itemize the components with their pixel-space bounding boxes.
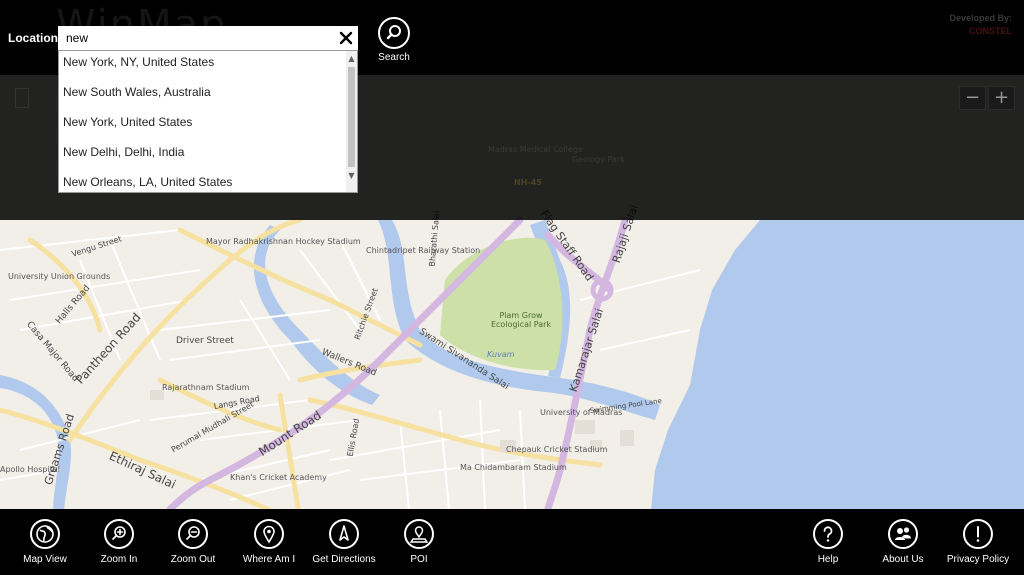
scroll-up-icon[interactable]: ▲ [346, 53, 357, 65]
suggestion-item[interactable]: New Orleans, LA, United States [63, 172, 347, 192]
map-label-mayor-stadium: Mayor Radhakrishnan Hockey Stadium [206, 237, 361, 246]
where-am-i-label: Where Am I [242, 554, 296, 565]
map-view-label: Map View [23, 554, 67, 565]
map-label-chepauk: Chepauk Cricket Stadium [506, 445, 608, 454]
suggestion-item[interactable]: New York, NY, United States [63, 52, 347, 72]
globe-icon [30, 519, 60, 549]
help-icon [813, 519, 843, 549]
scrollbar-thumb[interactable] [348, 67, 355, 167]
scroll-down-icon[interactable]: ▼ [346, 170, 357, 182]
suggestion-item[interactable]: New York, United States [63, 112, 347, 132]
exclamation-icon [963, 519, 993, 549]
map-label-chidambaram: Ma Chidambaram Stadium [460, 463, 567, 472]
map-label-chintadripet: Chintadripet Railway Station [366, 246, 481, 255]
zoom-out-label: Zoom Out [170, 554, 216, 565]
developer-label: Developed By: [949, 13, 1012, 23]
suggestion-item[interactable]: New Delhi, Delhi, India [63, 142, 347, 162]
location-field[interactable] [58, 26, 358, 50]
bottom-app-bar: Map View Zoom In Zoom Out Where Am I Get… [0, 509, 1024, 575]
suggestion-item[interactable]: New South Wales, Australia [63, 82, 347, 102]
zoom-in-icon [104, 519, 134, 549]
search-label: Search [378, 52, 410, 63]
poi-button[interactable]: POI [382, 509, 456, 575]
developer-name: CONSTEL [968, 26, 1012, 36]
map-layers-button[interactable] [15, 88, 29, 108]
poi-label: POI [410, 554, 428, 565]
suggestions-scrollbar[interactable]: ▲ ▼ [346, 51, 357, 192]
map-label-nh: NH-45 [514, 178, 542, 187]
about-us-button[interactable]: About Us [866, 509, 940, 575]
zoom-in-button[interactable]: Zoom In [82, 509, 156, 575]
privacy-policy-label: Privacy Policy [946, 554, 1010, 565]
privacy-policy-button[interactable]: Privacy Policy [941, 509, 1015, 575]
clear-button[interactable] [336, 28, 356, 48]
road-label-driver: Driver Street [176, 336, 234, 346]
map-label-plam-grow: Plam Grow Ecological Park [490, 311, 552, 329]
poi-icon [404, 519, 434, 549]
help-button[interactable]: Help [791, 509, 865, 575]
close-icon [339, 31, 353, 45]
map-view-button[interactable]: Map View [8, 509, 82, 575]
location-suggestions: New York, NY, United States New South Wa… [58, 50, 358, 193]
people-icon [888, 519, 918, 549]
map-label-geology: Geology Park [572, 155, 625, 164]
zoom-out-button[interactable]: Zoom Out [156, 509, 230, 575]
map-label-madras-medical: Madras Medical College [488, 145, 583, 154]
get-directions-button[interactable]: Get Directions [307, 509, 381, 575]
map-zoom-out-button[interactable]: − [959, 86, 986, 110]
location-pin-icon [254, 519, 284, 549]
about-us-label: About Us [882, 554, 924, 565]
get-directions-label: Get Directions [312, 554, 376, 565]
map-label-kuvam: Kuvam [487, 350, 515, 359]
developer-credit: Developed By: CONSTEL [949, 12, 1012, 38]
search-button[interactable] [378, 17, 410, 49]
search-icon [386, 25, 401, 40]
where-am-i-button[interactable]: Where Am I [232, 509, 306, 575]
zoom-in-label: Zoom In [100, 554, 138, 565]
help-label: Help [817, 554, 839, 565]
zoom-out-icon [178, 519, 208, 549]
location-label: Location: [8, 31, 62, 45]
map-label-university-grounds: University Union Grounds [8, 272, 111, 281]
location-input[interactable] [66, 29, 326, 47]
directions-icon [329, 519, 359, 549]
map-zoom-in-button[interactable]: + [988, 86, 1015, 110]
map-label-khans: Khan's Cricket Academy [230, 473, 327, 482]
map-label-rajarathnam: Rajarathnam Stadium [162, 383, 250, 392]
